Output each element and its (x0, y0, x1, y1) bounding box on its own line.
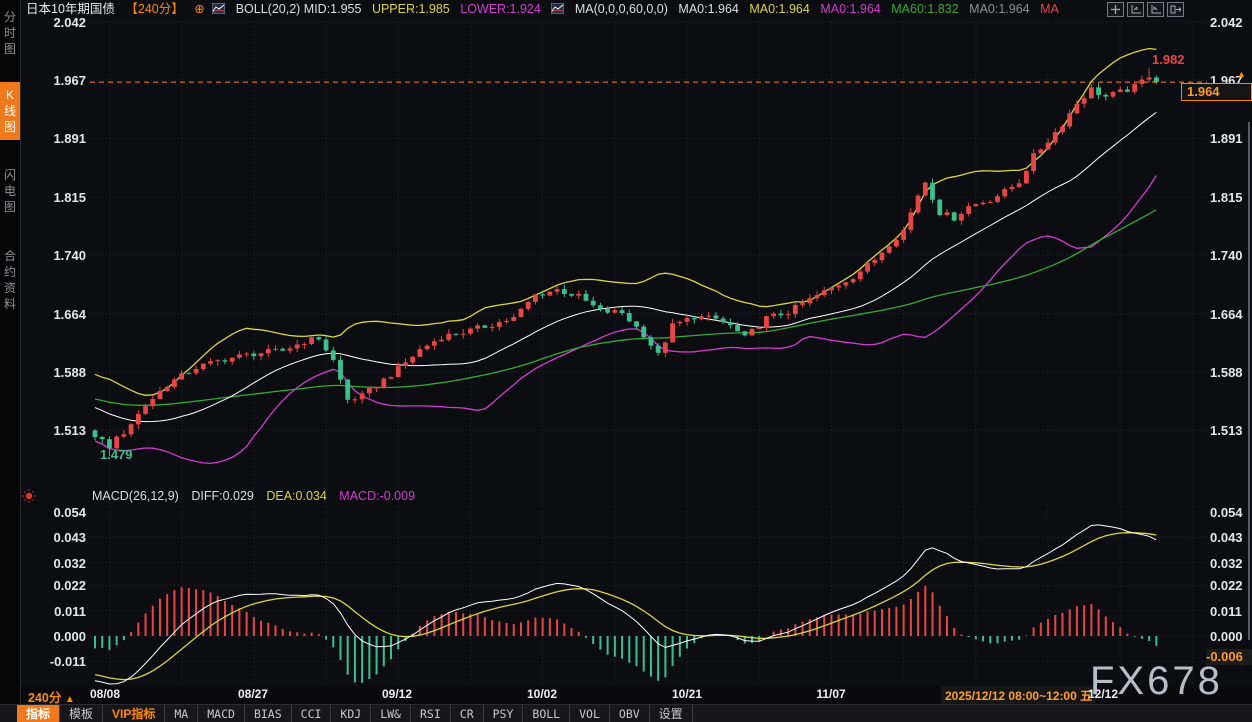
x-tick-4: 10/21 (672, 687, 702, 701)
ma-red-readout: MA (1040, 2, 1059, 16)
sidebar: 分时图 K线图闪电图合约资料 (0, 0, 21, 722)
x-tick-5: 11/07 (816, 687, 845, 701)
y-axis-label: 0.022 (28, 578, 86, 593)
y-axis-label: 1.513 (1210, 423, 1252, 438)
y-axis-label: 1.740 (28, 248, 86, 263)
y-axis-label: 0.032 (28, 556, 86, 571)
price-alert-arrow-icon: ▲ (1237, 69, 1246, 79)
boll-mid-readout: BOLL(20,2) MID:1.955 (236, 2, 362, 16)
toolbar-item-0[interactable]: 指标 (17, 705, 60, 722)
session-low-label: 1.479 (100, 447, 133, 462)
toolbar-item-9[interactable]: RSI (411, 705, 451, 722)
y-axis-label: 0.000 (28, 629, 86, 644)
y-axis-label: 0.011 (28, 604, 86, 619)
y-axis-label: 1.891 (28, 131, 86, 146)
y-axis-label: 0.054 (1210, 505, 1252, 520)
sidebar-item-2[interactable]: 闪电图 (0, 162, 20, 220)
toolbar-item-10[interactable]: CR (451, 705, 484, 722)
y-axis-label: 1.588 (28, 365, 86, 380)
y-axis-label: 0.043 (1210, 530, 1252, 545)
toolbar-item-3[interactable]: MA (165, 705, 198, 722)
toolbar-item-8[interactable]: LW& (371, 705, 411, 722)
x-tick-3: 10/02 (527, 687, 557, 701)
sidebar-item-3[interactable]: 合约资料 (0, 243, 20, 317)
y-axis-label: 1.740 (1210, 248, 1252, 263)
price-chart[interactable] (0, 0, 1252, 704)
chart-tool-icons (1107, 2, 1184, 17)
macd-dea-readout: DEA:0.034 (266, 489, 326, 503)
y-axis-label: 1.664 (1210, 307, 1252, 322)
toolbar-item-2[interactable]: VIP指标 (103, 705, 165, 722)
toolbar-item-7[interactable]: KDJ (331, 705, 371, 722)
chart-legend: 日本10年期国债 【240分】 ⊕ BOLL(20,2) MID:1.955 U… (26, 1, 1066, 18)
y-axis-label: 1.815 (28, 190, 86, 205)
toolbar-item-14[interactable]: OBV (610, 705, 650, 722)
y-axis-label: 1.513 (28, 423, 86, 438)
indicator-settings-icon[interactable] (21, 488, 37, 509)
macd-params-readout: MACD(26,12,9) (92, 489, 179, 503)
sidebar-item-0[interactable]: 分时图 (0, 4, 20, 62)
ma60-green-readout: MA60:1.832 (891, 2, 958, 16)
bar-time-tooltip: 2025/12/12 08:00~12:00 五 (941, 686, 1096, 705)
toolbar-item-4[interactable]: MACD (198, 705, 245, 722)
macd-last-value-box: -0.006 (1206, 649, 1252, 665)
y-axis-label: 1.891 (1210, 131, 1252, 146)
macd-diff-readout: DIFF:0.029 (191, 489, 254, 503)
ma0-white-readout: MA0:1.964 (678, 2, 738, 16)
toolbar-item-15[interactable]: 设置 (650, 705, 693, 722)
toolbar-item-1[interactable]: 模板 (60, 705, 103, 722)
y-axis-label: 0.000 (1210, 629, 1252, 644)
toolbar-item-11[interactable]: PSY (484, 705, 524, 722)
time-axis: 240分 ▲ 2025/12/12 08:00~12:00 五 12/12 08… (20, 686, 1252, 704)
y-axis-label: -0.011 (28, 654, 86, 669)
toolbar-item-6[interactable]: CCI (292, 705, 332, 722)
toolbar-item-5[interactable]: BIAS (245, 705, 292, 722)
right-scrollbar[interactable] (1248, 122, 1250, 640)
y-axis-label: 0.043 (28, 530, 86, 545)
fx678-watermark: FX678 (1090, 659, 1223, 704)
y-axis-label: 0.011 (1210, 604, 1252, 619)
sidebar-item-1[interactable]: K线图 (0, 82, 20, 140)
ma0-gray-readout: MA0:1.964 (969, 2, 1029, 16)
add-indicator-icon[interactable]: ⊕ (194, 2, 204, 16)
y-axis-label: 1.588 (1210, 365, 1252, 380)
axis-scale-right-icon[interactable] (1147, 2, 1164, 17)
ma0-yellow-readout: MA0:1.964 (749, 2, 809, 16)
y-axis-label: 0.032 (1210, 556, 1252, 571)
ma-indicator-icon[interactable] (551, 2, 564, 19)
last-price-box: 1.964 (1181, 83, 1252, 101)
pane-exit-icon[interactable] (1167, 2, 1184, 17)
macd-legend: MACD(26,12,9) DIFF:0.029 DEA:0.034 MACD:… (92, 489, 424, 503)
instrument-title: 日本10年期国债 (26, 2, 115, 16)
boll-lower-readout: LOWER:1.924 (460, 2, 541, 16)
boll-upper-readout: UPPER:1.985 (372, 2, 450, 16)
y-axis-label: 1.967 (28, 73, 86, 88)
toolbar-item-12[interactable]: BOLL (523, 705, 570, 722)
ma0-magenta-readout: MA0:1.964 (820, 2, 880, 16)
macd-value-readout: MACD:-0.009 (339, 489, 415, 503)
y-axis-label: 1.815 (1210, 190, 1252, 205)
indicator-toolbar: 指标模板VIP指标MAMACDBIASCCIKDJLW&RSICRPSYBOLL… (0, 704, 1252, 722)
session-high-label: 1.982 (1152, 52, 1185, 67)
toolbar-item-13[interactable]: VOL (570, 705, 610, 722)
y-axis-label: 1.664 (28, 307, 86, 322)
crosshair-move-icon[interactable] (1107, 2, 1124, 17)
x-tick-2: 09/12 (382, 687, 412, 701)
x-tick-0: 08/08 (90, 687, 120, 701)
boll-indicator-icon[interactable] (212, 2, 225, 19)
y-axis-label: 0.022 (1210, 578, 1252, 593)
x-tick-1: 08/27 (238, 687, 268, 701)
ma-params-readout: MA(0,0,0,60,0,0) (575, 2, 668, 16)
axis-scale-left-icon[interactable] (1127, 2, 1144, 17)
trading-terminal: 分时图 K线图闪电图合约资料 日本10年期国债 【240分】 ⊕ BOLL(20,… (0, 0, 1252, 722)
y-axis-label: 2.042 (1210, 15, 1252, 30)
period-tag[interactable]: 【240分】 (125, 2, 183, 16)
